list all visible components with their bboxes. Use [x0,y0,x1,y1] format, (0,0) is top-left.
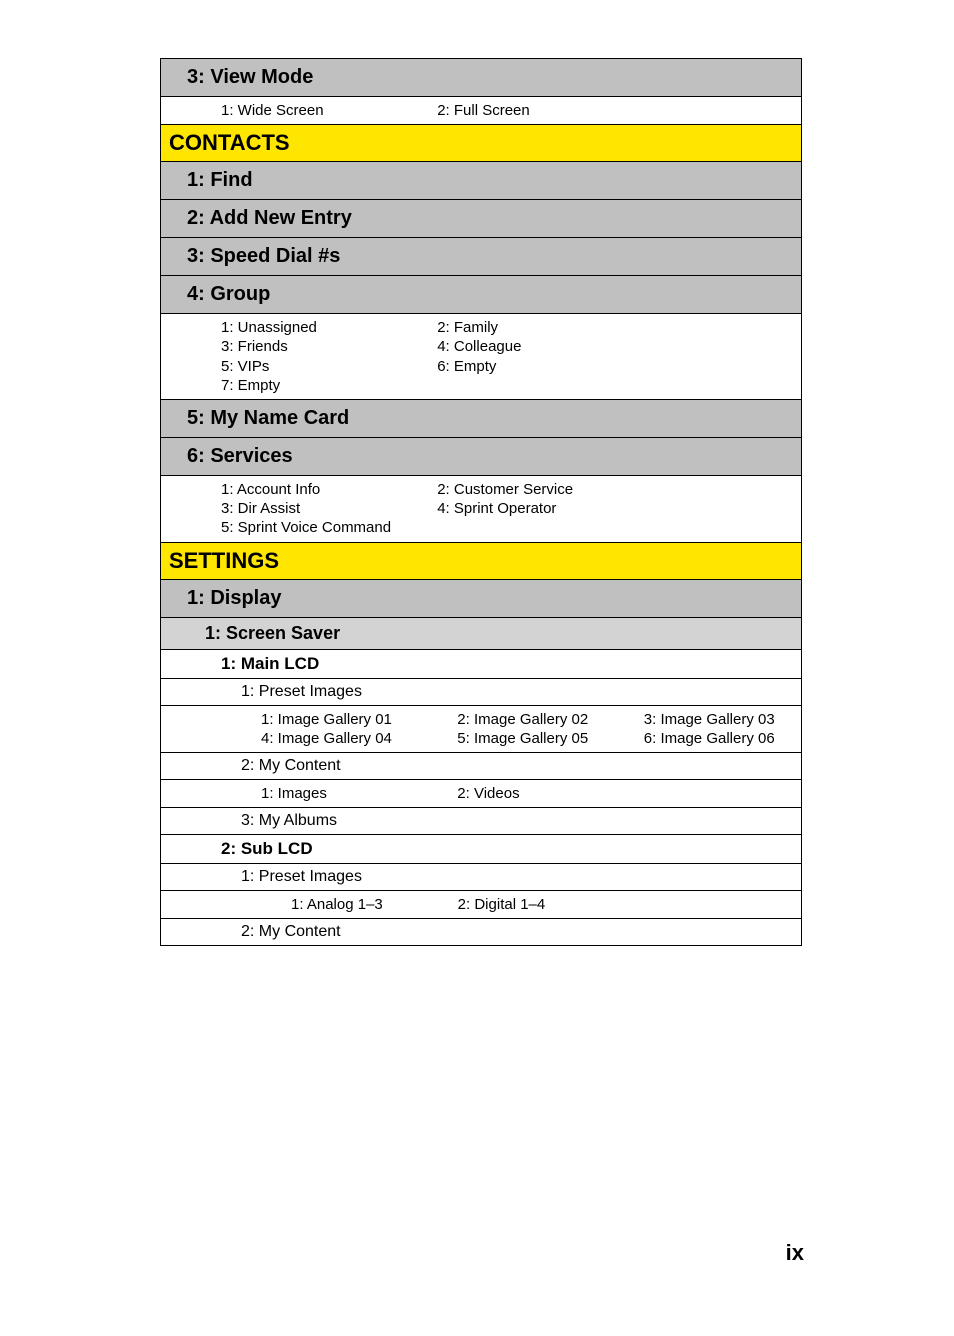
item: 1: Account Info [221,480,437,499]
heading-add-new-entry: 2: Add New Entry [161,200,801,238]
items-group: 1: Unassigned 3: Friends 5: VIPs 7: Empt… [161,314,801,400]
item: 2: Family [437,318,634,337]
items-preset-images-main: 1: Image Gallery 01 4: Image Gallery 04 … [161,706,801,753]
heading-display: 1: Display [161,580,801,618]
page: 3: View Mode 1: Wide Screen 2: Full Scre… [0,0,954,1336]
heading-main-lcd: 1: Main LCD [161,650,801,679]
item: 1: Analog 1–3 [291,895,458,914]
item: 1: Wide Screen [221,101,437,120]
item: 5: Image Gallery 05 [457,729,643,748]
item: 3: Friends [221,337,437,356]
item: 6: Empty [437,357,634,376]
heading-sub-lcd: 2: Sub LCD [161,835,801,864]
items-services: 1: Account Info 3: Dir Assist 5: Sprint … [161,476,801,543]
heading-screen-saver: 1: Screen Saver [161,618,801,650]
menu-table: 3: View Mode 1: Wide Screen 2: Full Scre… [160,58,802,946]
item: 2: Digital 1–4 [458,895,644,914]
heading-preset-images-main: 1: Preset Images [161,679,801,706]
item: 5: Sprint Voice Command [221,518,437,537]
item: 1: Image Gallery 01 [261,710,457,729]
heading-find: 1: Find [161,162,801,200]
item: 2: Customer Service [437,480,634,499]
items-preset-images-sub: 1: Analog 1–3 2: Digital 1–4 [161,891,801,919]
item: 7: Empty [221,376,437,395]
item: 2: Videos [457,784,643,803]
heading-my-content-main: 2: My Content [161,753,801,780]
heading-contacts: CONTACTS [161,125,801,162]
heading-settings: SETTINGS [161,543,801,580]
heading-services: 6: Services [161,438,801,476]
heading-view-mode: 3: View Mode [161,59,801,97]
item: 2: Image Gallery 02 [457,710,643,729]
item: 1: Images [261,784,457,803]
heading-my-name-card: 5: My Name Card [161,400,801,438]
heading-my-albums: 3: My Albums [161,808,801,835]
items-view-mode: 1: Wide Screen 2: Full Screen [161,97,801,125]
heading-group: 4: Group [161,276,801,314]
item: 4: Sprint Operator [437,499,634,518]
heading-speed-dial: 3: Speed Dial #s [161,238,801,276]
item: 5: VIPs [221,357,437,376]
heading-my-content-sub: 2: My Content [161,919,801,945]
item: 3: Image Gallery 03 [644,710,791,729]
page-number: ix [786,1240,804,1266]
item: 4: Colleague [437,337,634,356]
item: 1: Unassigned [221,318,437,337]
heading-preset-images-sub: 1: Preset Images [161,864,801,891]
items-my-content-main: 1: Images 2: Videos [161,780,801,808]
item: 3: Dir Assist [221,499,437,518]
item: 4: Image Gallery 04 [261,729,457,748]
item: 2: Full Screen [437,101,634,120]
item: 6: Image Gallery 06 [644,729,791,748]
